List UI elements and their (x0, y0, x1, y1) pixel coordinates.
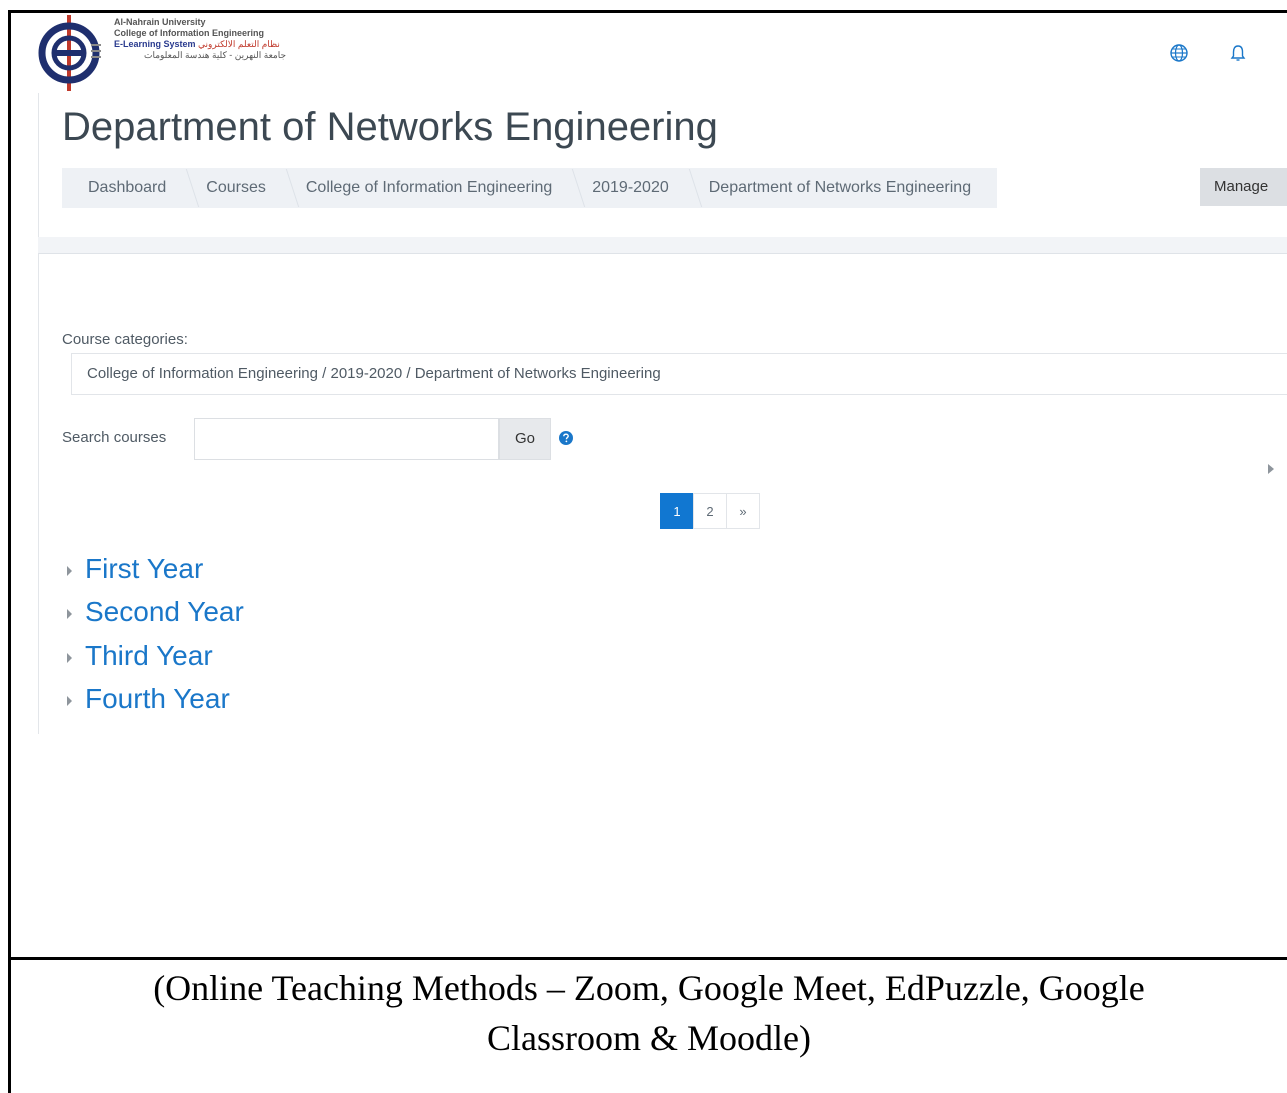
caret-right-icon (67, 653, 72, 663)
breadcrumb-dashboard[interactable]: Dashboard (62, 179, 186, 197)
caption-line-1: (Online Teaching Methods – Zoom, Google … (153, 968, 1145, 1008)
brand-system: E-Learning System نظام التعلم الالكتروني (114, 39, 286, 50)
category-fourth-year-label[interactable]: Fourth Year (85, 683, 230, 715)
search-go-button[interactable]: Go (499, 418, 551, 460)
brand-university: Al-Nahrain University (114, 17, 206, 27)
category-third-year[interactable]: Third Year (67, 640, 213, 672)
moodle-screenshot: Al-Nahrain University College of Informa… (11, 13, 1287, 957)
brand-system-arabic: نظام التعلم الالكتروني (198, 39, 280, 49)
course-categories-label: Course categories: (62, 331, 188, 348)
course-categories-select[interactable]: College of Information Engineering / 201… (71, 353, 1287, 395)
figure-caption: (Online Teaching Methods – Zoom, Google … (11, 963, 1287, 1063)
caret-right-icon[interactable] (1267, 464, 1275, 474)
breadcrumb-year[interactable]: 2019-2020 (572, 179, 689, 197)
globe-icon[interactable] (1169, 43, 1189, 63)
bell-icon[interactable] (1228, 43, 1248, 63)
page-link-2[interactable]: 2 (693, 493, 727, 529)
brand-system-english: E-Learning System (114, 39, 196, 49)
page-divider-strip (38, 237, 1287, 253)
caret-right-icon (67, 696, 72, 706)
category-second-year[interactable]: Second Year (67, 596, 244, 628)
category-second-year-label[interactable]: Second Year (85, 596, 244, 628)
category-fourth-year[interactable]: Fourth Year (67, 683, 230, 715)
help-icon[interactable] (559, 431, 573, 445)
caption-line-2: Classroom & Moodle) (487, 1018, 811, 1058)
top-navbar: Al-Nahrain University College of Informa… (11, 13, 1287, 93)
breadcrumb-courses[interactable]: Courses (186, 179, 286, 197)
caret-right-icon (67, 609, 72, 619)
page-link-next[interactable]: » (726, 493, 760, 529)
search-courses-label: Search courses (62, 429, 167, 446)
brand-subtitle-arabic: جامعة النهرين - كلية هندسة المعلومات (144, 50, 287, 60)
page-link-1[interactable]: 1 (660, 493, 694, 529)
page-title: Department of Networks Engineering (62, 105, 718, 149)
breadcrumb: Dashboard Courses College of Information… (62, 168, 998, 208)
university-logo[interactable] (33, 15, 103, 91)
caret-right-icon (67, 566, 72, 576)
breadcrumb-college[interactable]: College of Information Engineering (286, 179, 572, 197)
breadcrumb-department[interactable]: Department of Networks Engineering (689, 179, 991, 197)
document-frame-separator (8, 957, 1287, 960)
manage-button[interactable]: Manage (1200, 168, 1287, 206)
category-first-year[interactable]: First Year (67, 553, 203, 585)
pagination: 1 2 » (660, 493, 760, 529)
brand-text: Al-Nahrain University College of Informa… (114, 17, 286, 61)
category-first-year-label[interactable]: First Year (85, 553, 203, 585)
search-courses-input[interactable] (194, 418, 499, 460)
brand-college: College of Information Engineering (114, 28, 265, 38)
category-third-year-label[interactable]: Third Year (85, 640, 213, 672)
